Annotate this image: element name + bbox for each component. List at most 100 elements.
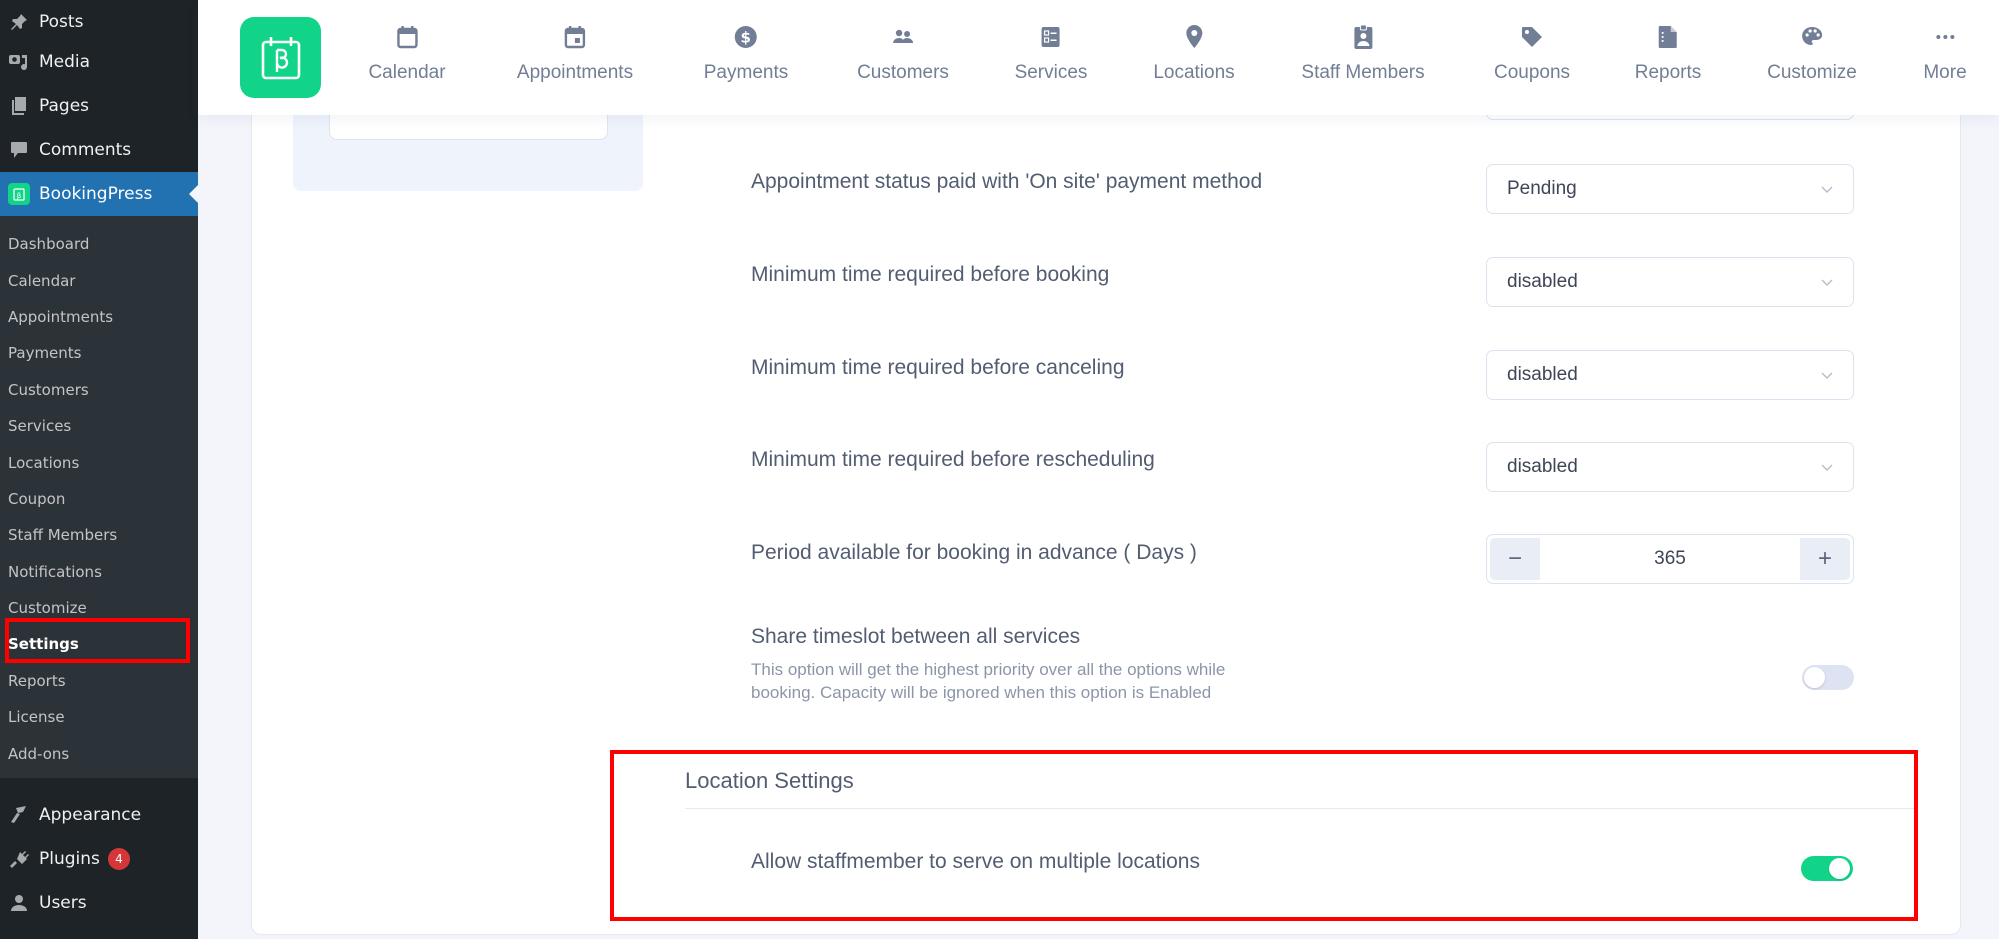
min-rescheduling-time-select[interactable]: disabled [1486,442,1854,492]
share-timeslot-description: This option will get the highest priorit… [751,660,1226,702]
advance-period-input[interactable]: 365 [1540,535,1800,583]
nav-label: Payments [703,62,789,83]
dollar-circle-icon: $ [734,22,758,52]
nav-label: Customers [857,62,949,83]
sidebar-item-plugins[interactable]: Plugins 4 [0,837,198,881]
advance-period-stepper: − 365 + [1486,534,1854,584]
sidebar-item-label: Appearance [39,805,142,825]
nav-label: Services [1014,62,1088,83]
nav-payments[interactable]: $ Payments [704,22,788,84]
sidebar-item-pages[interactable]: Pages [0,84,198,128]
sidebar-item-label: Plugins [39,849,100,869]
chevron-down-icon [1819,459,1835,481]
sidebar-item-bookingpress[interactable]: β BookingPress [0,172,198,216]
nav-label: Calendar [368,62,446,83]
nav-more[interactable]: More [1923,22,1967,84]
nav-label: Coupons [1493,62,1571,83]
select-value: disabled [1507,456,1578,477]
map-pin-icon [1184,22,1204,52]
comment-icon [0,140,38,160]
plugins-update-badge: 4 [107,848,130,870]
submenu-item-customers[interactable]: Customers [0,372,198,408]
submenu-item-services[interactable]: Services [0,408,198,444]
sidebar-item-users[interactable]: Users [0,881,198,925]
sidebar-item-appearance[interactable]: Appearance [0,793,198,837]
svg-text:β: β [17,192,21,200]
submenu-item-coupon[interactable]: Coupon [0,481,198,517]
submenu-item-license[interactable]: License [0,699,198,735]
submenu-item-settings[interactable]: Settings [0,626,198,662]
submenu-item-dashboard[interactable]: Dashboard [0,226,198,262]
users-icon [890,22,916,52]
bookingpress-icon: β [0,183,38,205]
submenu-item-add-ons[interactable]: Add-ons [0,735,198,771]
calendar-event-icon [564,22,586,52]
min-booking-time-select[interactable]: disabled [1486,257,1854,307]
select-value: disabled [1507,271,1578,292]
select-value: disabled [1507,364,1578,385]
sidebar-item-label: Media [39,52,91,72]
toggle-knob [1829,858,1850,879]
nav-appointments[interactable]: Appointments [517,22,633,84]
sidebar-item-label: Posts [39,12,84,32]
chevron-down-icon [1819,181,1835,203]
submenu-item-locations[interactable]: Locations [0,444,198,480]
pushpin-icon [0,12,38,32]
setting-label-share-timeslot: Share timeslot between all services [751,625,1081,648]
nav-label: Customize [1767,62,1857,83]
nav-staff-members[interactable]: Staff Members [1301,22,1425,84]
sidebar-item-label: Comments [39,140,132,160]
nav-services[interactable]: Services [1014,22,1088,84]
nav-customers[interactable]: Customers [857,22,949,84]
tag-icon [1520,22,1544,52]
increment-button[interactable]: + [1800,538,1850,580]
setting-label-onsite-status: Appointment status paid with 'On site' p… [751,170,1263,193]
nav-coupons[interactable]: Coupons [1494,22,1570,84]
services-list-icon [1040,22,1062,52]
id-badge-icon [1352,22,1374,52]
pages-icon [0,96,38,116]
nav-customize[interactable]: Customize [1767,22,1857,84]
nav-calendar[interactable]: Calendar [368,22,446,84]
sidebar-item-posts[interactable]: Posts [0,0,198,44]
submenu-item-reports[interactable]: Reports [0,663,198,699]
report-file-icon [1657,22,1679,52]
nav-label: Locations [1153,62,1235,83]
nav-reports[interactable]: Reports [1634,22,1702,84]
setting-label-advance-period: Period available for booking in advance … [751,541,1197,564]
palette-icon [1800,22,1824,52]
sidebar-item-label: BookingPress [39,184,153,204]
nav-locations[interactable]: Locations [1153,22,1235,84]
setting-label-min-canceling: Minimum time required before canceling [751,356,1125,379]
submenu-item-customize[interactable]: Customize [0,590,198,626]
decrement-button[interactable]: − [1490,538,1540,580]
media-icon [0,52,38,72]
sidebar-item-label: Pages [39,96,90,116]
submenu-item-calendar[interactable]: Calendar [0,262,198,298]
sidebar-item-comments[interactable]: Comments [0,128,198,172]
plugin-icon [0,849,38,869]
setting-label-multi-location-staff: Allow staffmember to serve on multiple l… [751,850,1200,873]
min-canceling-time-select[interactable]: disabled [1486,350,1854,400]
multi-location-staff-toggle[interactable] [1801,856,1853,881]
share-timeslot-toggle[interactable] [1802,665,1854,690]
onsite-status-select[interactable]: Pending [1486,164,1854,214]
select-value: Pending [1507,178,1577,199]
nav-label: Appointments [516,62,634,83]
nav-label: Staff Members [1301,62,1425,83]
wp-admin-sidebar: Posts Media Pages Comments β BookingPres… [0,0,198,939]
chevron-down-icon [1819,274,1835,296]
submenu-item-appointments[interactable]: Appointments [0,299,198,335]
nav-label: Reports [1634,62,1702,83]
submenu-item-payments[interactable]: Payments [0,335,198,371]
section-divider [685,808,1915,809]
setting-label-min-rescheduling: Minimum time required before reschedulin… [751,448,1155,471]
submenu-item-staff-members[interactable]: Staff Members [0,517,198,553]
location-settings-heading: Location Settings [685,768,854,793]
calendar-icon [396,22,418,52]
submenu-item-notifications[interactable]: Notifications [0,554,198,590]
bookingpress-logo[interactable] [240,17,321,98]
paintbrush-icon [0,805,38,825]
sidebar-item-media[interactable]: Media [0,40,198,84]
setting-label-min-booking: Minimum time required before booking [751,263,1110,286]
